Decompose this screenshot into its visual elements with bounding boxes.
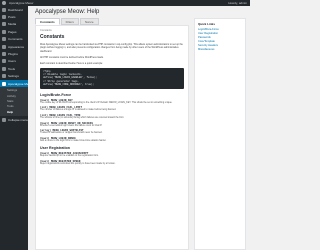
page-title: Apocalypse Meow: Help (35, 9, 100, 15)
wordpress-logo-icon[interactable] (2, 1, 6, 5)
subsection-heading: User Registration (40, 146, 70, 151)
menu-item-label: Pages (8, 29, 17, 34)
section-heading: Constants (40, 34, 65, 40)
collapse-icon (2, 117, 6, 122)
intro-paragraph-3: Each constant is described below. Here i… (40, 61, 103, 65)
constant-description: Add a nonce to the login form to make br… (40, 140, 107, 142)
help-tabs: Constants Filters Nonce (35, 18, 100, 25)
quick-links-heading: Quick Links (198, 22, 216, 26)
constant-description: Reject registrations submitted too quick… (40, 162, 116, 165)
menu-item-label: Collapse menu (8, 117, 28, 122)
plugin-icon (2, 52, 6, 57)
menu-item-label: Comments (8, 37, 23, 42)
menu-item-label: Posts (8, 15, 16, 20)
menu-item-label: Plugins (8, 52, 18, 57)
breadcrumb: Constants (40, 29, 52, 32)
admin-bar: Apocalypse Meow Howdy, admin (0, 0, 250, 6)
brush-icon (2, 44, 6, 49)
subsection-heading: Login/Brute-Force (40, 92, 72, 97)
menu-item-settings[interactable]: Settings (0, 73, 28, 80)
quick-links-list: Login/Brute-Force User Registration Passwo… (198, 28, 242, 52)
menu-item-label: Appearance (8, 44, 25, 49)
tools-icon (2, 66, 6, 71)
media-icon (2, 22, 6, 27)
dashboard-icon (2, 7, 6, 12)
constant-description: The number of failures a single IP is al… (40, 109, 117, 112)
menu-item-label: Dashboard (8, 7, 23, 12)
menu-item-label: Apocalypse Meow (8, 81, 28, 86)
settings-icon (2, 74, 6, 79)
intro-paragraph-2: All PHP constants must be defined before… (40, 55, 104, 59)
code-example: <?php// Disable login lockouts. define('M… (40, 67, 184, 89)
menu-item-media[interactable]: Media (0, 21, 28, 28)
collapse-menu-button[interactable]: Collapse menu (0, 116, 28, 123)
menu-item-dashboard[interactable]: Dashboard (0, 6, 28, 13)
menu-item-posts[interactable]: Posts (0, 13, 28, 20)
comment-icon (2, 37, 6, 42)
page-icon (2, 29, 6, 34)
users-icon (2, 59, 6, 64)
quick-links-panel: Quick Links Login/Brute-Force User Regist… (194, 18, 246, 250)
intro-paragraph: Most Apocalypse Meow settings can be har… (40, 43, 183, 53)
menu-item-comments[interactable]: Comments (0, 36, 28, 43)
menu-item-appearance[interactable]: Appearance (0, 43, 28, 50)
constants-list: Login/Brute-Force (bool) MEOW_LOGIN_KEY Th… (40, 93, 184, 166)
constant-description: The window of time (in seconds) during w… (40, 116, 125, 119)
constant-description: Whether a successful login clears the fa… (40, 124, 103, 127)
tab-filters[interactable]: Filters (60, 18, 79, 25)
help-content: Constants Constants Most Apocalypse Meow… (35, 25, 189, 250)
menu-item-label: Users (8, 59, 16, 64)
submenu: Settings Activity Stats Tools Help (0, 87, 28, 117)
code-line: define('MEOW_CORE_NOINDEX', true); (43, 83, 95, 87)
constant-description: The cookie key or RLOGIN corresponding t… (40, 101, 173, 104)
menu-item-apocalypse-meow[interactable]: Apocalypse Meow (0, 79, 28, 88)
menu-item-label: Tools (8, 66, 16, 71)
menu-item-label: Media (8, 22, 17, 27)
tab-nonce[interactable]: Nonce (79, 18, 99, 25)
constant-description: Trusted IP addresses or ranges that shou… (40, 132, 103, 135)
cat-icon (2, 81, 6, 86)
quick-link[interactable]: Miscellaneous (198, 48, 242, 52)
menu-item-users[interactable]: Users (0, 58, 28, 65)
menu-item-tools[interactable]: Tools (0, 65, 28, 72)
menu-item-pages[interactable]: Pages (0, 28, 28, 35)
pin-icon (2, 15, 6, 20)
menu-item-plugins[interactable]: Plugins (0, 50, 28, 57)
admin-sidebar-menu: Dashboard Posts Media Pages Comments Appearan… (0, 6, 28, 250)
menu-item-label: Settings (8, 74, 19, 79)
howdy-user-menu[interactable]: Howdy, admin (228, 0, 247, 6)
submenu-item-help[interactable]: Help (0, 110, 28, 115)
constant-description: Require JavaScript to be enabled on the … (40, 155, 99, 158)
tab-constants[interactable]: Constants (35, 18, 60, 25)
